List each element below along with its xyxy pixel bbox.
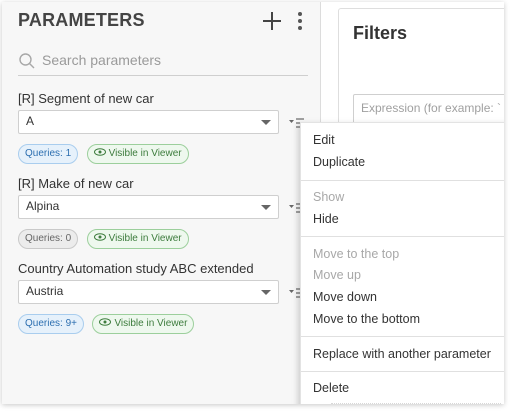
parameter-value-select[interactable]: Alpina xyxy=(18,195,279,219)
parameter-badges: Queries: 1 Visible in Viewer xyxy=(18,144,193,164)
menu-item-show[interactable]: Show xyxy=(301,186,504,208)
filters-title: Filters xyxy=(353,23,408,43)
menu-item-move-down[interactable]: Move down xyxy=(301,286,504,308)
parameter-value-select[interactable]: Austria xyxy=(18,280,279,304)
search-input[interactable] xyxy=(42,49,304,71)
visibility-badge: Visible in Viewer xyxy=(86,229,189,249)
parameter-label: Country Automation study ABC extended xyxy=(18,261,254,276)
menu-divider xyxy=(301,336,504,337)
parameter-label: [R] Make of new car xyxy=(18,176,134,191)
visibility-text: Visible in Viewer xyxy=(114,318,188,329)
vertical-dots-icon xyxy=(298,12,302,30)
chevron-down-icon xyxy=(261,120,271,125)
parameter-item: [R] Segment of new car A Queries: 1 Visi… xyxy=(18,90,318,164)
menu-item-replace[interactable]: Replace with another parameter xyxy=(301,343,504,365)
parameter-item: Country Automation study ABC extended Au… xyxy=(18,260,318,334)
visibility-text: Visible in Viewer xyxy=(108,233,182,244)
search-icon xyxy=(19,53,35,69)
chevron-down-icon xyxy=(261,290,271,295)
chevron-down-icon xyxy=(261,205,271,210)
visibility-text: Visible in Viewer xyxy=(108,148,182,159)
menu-item-delete[interactable]: Delete xyxy=(301,377,504,399)
menu-item-move-top[interactable]: Move to the top xyxy=(301,243,504,265)
parameter-value: Austria xyxy=(26,284,64,298)
parameter-value: A xyxy=(26,114,35,128)
add-parameter-button[interactable] xyxy=(261,10,283,32)
parameter-value: Alpina xyxy=(26,199,60,213)
menu-divider xyxy=(301,180,504,181)
menu-item-edit[interactable]: Edit xyxy=(301,129,504,151)
plus-icon xyxy=(263,12,281,30)
eye-icon xyxy=(93,148,106,156)
search-box xyxy=(18,47,308,76)
eye-icon xyxy=(99,318,112,326)
queries-badge[interactable]: Queries: 0 xyxy=(18,229,79,249)
queries-badge[interactable]: Queries: 9+ xyxy=(18,314,84,334)
queries-badge[interactable]: Queries: 1 xyxy=(18,144,79,164)
menu-divider xyxy=(301,236,504,237)
parameter-badges: Queries: 0 Visible in Viewer xyxy=(18,229,193,249)
parameter-context-menu: Edit Duplicate Show Hide Move to the top… xyxy=(300,122,504,404)
menu-item-move-bottom[interactable]: Move to the bottom xyxy=(301,308,504,330)
app-frame: PARAMETERS [R] Segment of new car xyxy=(2,2,504,404)
menu-overflow-hint xyxy=(331,403,501,404)
menu-item-duplicate[interactable]: Duplicate xyxy=(301,151,504,173)
parameters-title: PARAMETERS xyxy=(18,10,145,30)
parameter-label: [R] Segment of new car xyxy=(18,91,154,106)
parameter-badges: Queries: 9+ Visible in Viewer xyxy=(18,314,198,334)
expression-input[interactable] xyxy=(361,101,504,115)
parameter-item: [R] Make of new car Alpina Queries: 0 Vi… xyxy=(18,175,318,249)
eye-icon xyxy=(93,233,106,241)
more-options-button[interactable] xyxy=(294,10,306,32)
visibility-badge: Visible in Viewer xyxy=(86,144,189,164)
visibility-badge: Visible in Viewer xyxy=(92,314,195,334)
parameter-value-select[interactable]: A xyxy=(18,110,279,134)
menu-divider xyxy=(301,371,504,372)
menu-item-hide[interactable]: Hide xyxy=(301,208,504,230)
parameters-panel: PARAMETERS [R] Segment of new car xyxy=(2,2,321,404)
menu-item-move-up[interactable]: Move up xyxy=(301,264,504,286)
